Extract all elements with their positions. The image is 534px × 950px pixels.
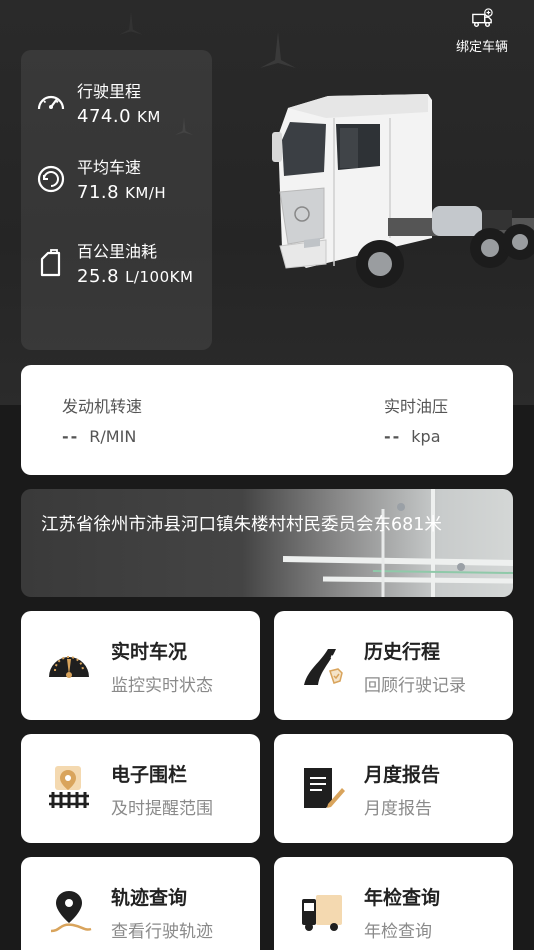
stat-average-speed: 平均车速 71.8 KM/H: [35, 154, 166, 203]
engine-rpm-label: 发动机转速: [62, 397, 143, 416]
geofence-icon: [49, 766, 89, 808]
tile-title: 实时车况: [111, 641, 188, 663]
tile-title: 月度报告: [364, 764, 441, 786]
tile-title: 年检查询: [364, 887, 441, 909]
tile-title: 历史行程: [364, 641, 441, 663]
inspection-truck-icon: [302, 895, 342, 931]
tile-subtitle: 及时提醒范围: [111, 799, 213, 819]
road-icon: [304, 649, 343, 685]
tile-subtitle: 查看行驶轨迹: [111, 922, 213, 942]
tile-title: 电子围栏: [111, 764, 188, 786]
stat-value: 25.8 L/100KM: [77, 266, 194, 287]
truck-image: [272, 94, 534, 288]
oil-pressure-value: -- kpa: [384, 427, 441, 446]
engine-rpm-value: -- R/MIN: [62, 427, 137, 446]
tile-subtitle: 月度报告: [364, 799, 432, 819]
oil-pressure-label: 实时油压: [384, 397, 449, 416]
stat-mileage: 行驶里程 474.0 KM: [35, 78, 161, 127]
truck-add-icon: [472, 8, 493, 28]
oil-pressure: 实时油压 -- kpa: [384, 393, 448, 446]
engine-rpm: 发动机转速 -- R/MIN: [62, 393, 142, 446]
average-speed-icon: [37, 165, 65, 192]
current-address: 江苏省徐州市沛县河口镇朱楼村村民委员会东681米: [41, 515, 442, 535]
tile-geofence[interactable]: 电子围栏 及时提醒范围: [21, 734, 260, 843]
bind-vehicle-button[interactable]: 绑定车辆: [450, 8, 514, 56]
tile-trip-history[interactable]: 历史行程 回顾行驶记录: [274, 611, 513, 720]
tile-monthly-report[interactable]: 月度报告 月度报告: [274, 734, 513, 843]
speedometer-icon: [37, 95, 65, 109]
star-logo-icon: [119, 11, 143, 35]
tile-subtitle: 监控实时状态: [111, 676, 213, 696]
map-thumbnail: [283, 489, 513, 597]
stat-label: 平均车速: [77, 158, 142, 177]
gauge-icon: [49, 656, 89, 678]
report-icon: [304, 768, 345, 808]
tile-annual-inspection[interactable]: 年检查询 年检查询: [274, 857, 513, 950]
tile-track-query[interactable]: 轨迹查询 查看行驶轨迹: [21, 857, 260, 950]
stat-label: 行驶里程: [77, 82, 142, 101]
stat-label: 百公里油耗: [77, 242, 158, 261]
tile-subtitle: 回顾行驶记录: [364, 676, 466, 696]
location-banner[interactable]: 江苏省徐州市沛县河口镇朱楼村村民委员会东681米: [21, 489, 513, 597]
bind-vehicle-label: 绑定车辆: [455, 40, 508, 55]
stat-value: 474.0 KM: [77, 106, 161, 127]
tile-realtime-status[interactable]: 实时车况 监控实时状态: [21, 611, 260, 720]
star-logo-icon: [260, 32, 296, 68]
fuel-can-icon: [40, 248, 61, 276]
engine-status-card: 发动机转速 -- R/MIN 实时油压 -- kpa: [21, 365, 513, 475]
trip-stats-card: 行驶里程 474.0 KM 平均车速 71.8 KM/H 百公里油耗 25.8 L/1…: [21, 50, 212, 350]
tile-title: 轨迹查询: [111, 887, 188, 909]
track-pin-icon: [50, 891, 92, 933]
stat-value: 71.8 KM/H: [77, 182, 167, 203]
stat-fuel-consumption: 百公里油耗 25.8 L/100KM: [35, 238, 193, 287]
tile-subtitle: 年检查询: [364, 922, 432, 942]
